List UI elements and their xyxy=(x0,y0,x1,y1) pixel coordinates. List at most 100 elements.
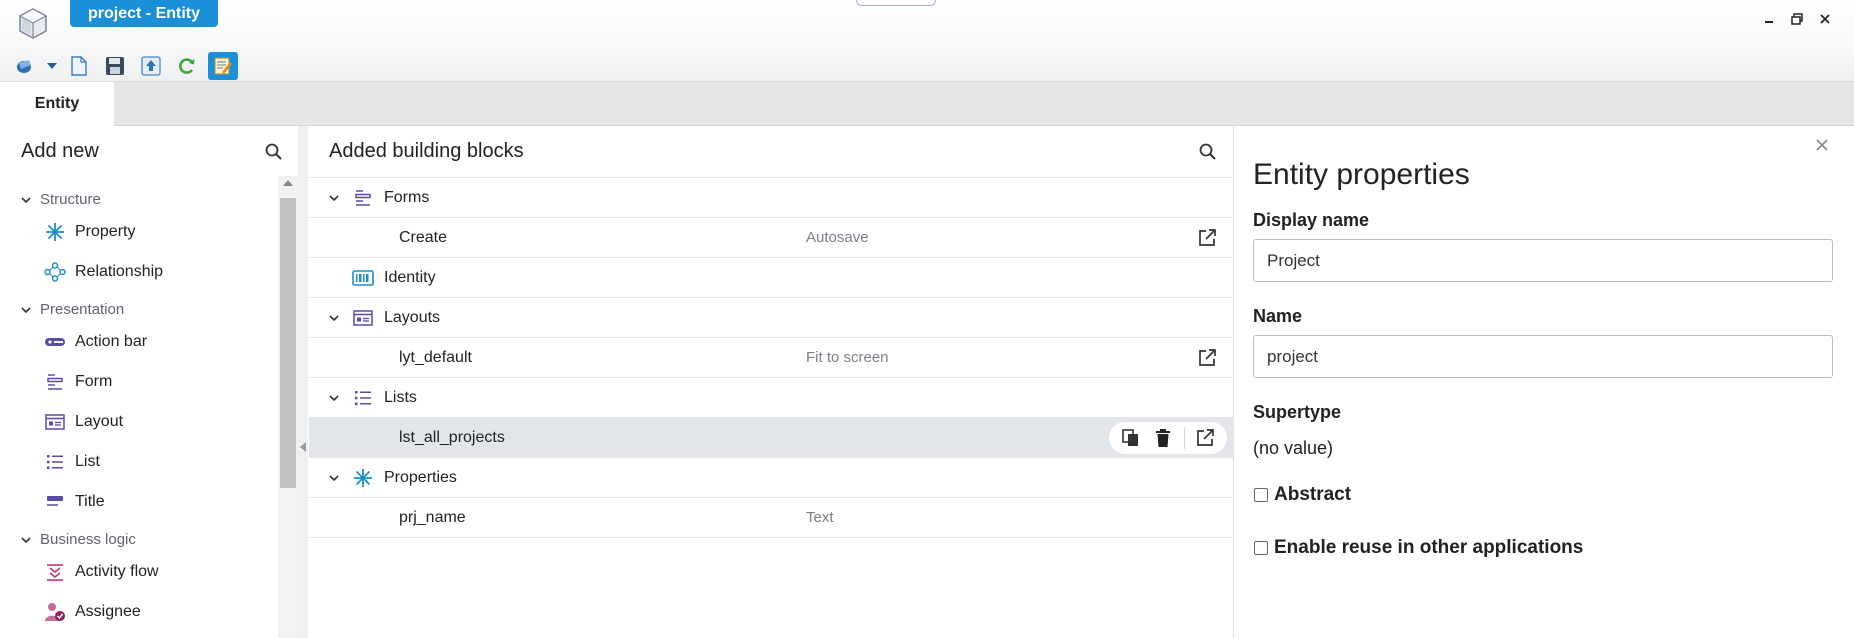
group-label: Properties xyxy=(384,469,457,486)
delete-icon[interactable] xyxy=(1151,426,1175,450)
app-menu-icon[interactable] xyxy=(10,52,40,80)
window-chrome: project - Entity xyxy=(0,0,1854,82)
group-row-forms[interactable]: Forms xyxy=(309,178,1234,218)
activity-flow-icon xyxy=(44,562,66,582)
block-name: lyt_default xyxy=(399,349,472,366)
property-icon xyxy=(44,222,66,242)
category-structure[interactable]: Structure xyxy=(0,188,278,212)
panel-splitter[interactable] xyxy=(298,126,308,638)
left-panel-scrollbar[interactable] xyxy=(278,176,298,638)
abstract-checkbox[interactable] xyxy=(1254,488,1268,502)
add-new-panel: Add new Structure Property Relationship … xyxy=(0,126,308,638)
supertype-label: Supertype xyxy=(1253,402,1342,422)
block-row-lst-all-projects[interactable]: lst_all_projects xyxy=(309,418,1234,458)
group-row-lists[interactable]: Lists xyxy=(309,378,1234,418)
catalog-item-action-bar[interactable]: Action bar xyxy=(0,322,278,362)
save-icon[interactable] xyxy=(100,52,130,80)
toolbar xyxy=(10,52,238,80)
restore-icon[interactable] xyxy=(1788,10,1806,28)
catalog-item-list[interactable]: List xyxy=(0,442,278,482)
chevron-down-icon[interactable] xyxy=(328,472,340,484)
app-logo-icon[interactable] xyxy=(16,6,50,40)
open-external-icon[interactable] xyxy=(1193,426,1217,450)
reuse-label: Enable reuse in other applications xyxy=(1274,537,1584,558)
chevron-down-icon xyxy=(21,307,31,314)
catalog-item-label: Property xyxy=(75,223,136,240)
catalog-item-label: Assignee xyxy=(75,603,141,620)
block-row-prj-name[interactable]: prj_name Text xyxy=(309,498,1234,538)
name-label: Name xyxy=(1253,306,1303,326)
search-icon[interactable] xyxy=(264,142,284,162)
name-input[interactable] xyxy=(1253,335,1833,378)
abstract-label: Abstract xyxy=(1274,484,1352,505)
catalog-item-assignee[interactable]: Assignee xyxy=(0,592,278,632)
group-label: Lists xyxy=(384,389,417,406)
app-menu-dropdown-icon[interactable] xyxy=(46,63,58,69)
layout-icon xyxy=(352,307,374,329)
block-row-lyt-default[interactable]: lyt_default Fit to screen xyxy=(309,338,1234,378)
chevron-down-icon[interactable] xyxy=(328,192,340,204)
catalog-item-relationship[interactable]: Relationship xyxy=(0,252,278,292)
block-name: Create xyxy=(399,229,448,246)
block-name: prj_name xyxy=(399,509,466,526)
property-icon xyxy=(352,467,374,489)
catalog-item-label: Activity flow xyxy=(75,563,159,580)
chevron-down-icon[interactable] xyxy=(328,312,340,324)
search-icon[interactable] xyxy=(1198,142,1218,162)
block-name: lst_all_projects xyxy=(399,429,505,446)
form-icon xyxy=(44,372,66,392)
top-drag-handle[interactable] xyxy=(856,0,936,6)
chevron-down-icon xyxy=(21,537,31,544)
close-icon[interactable] xyxy=(1816,10,1834,28)
reuse-option: Enable reuse in other applications xyxy=(1254,537,1583,559)
group-row-identity[interactable]: Identity xyxy=(309,258,1234,298)
list-icon xyxy=(44,452,66,472)
chevron-down-icon xyxy=(21,197,31,204)
minimize-icon[interactable] xyxy=(1760,10,1778,28)
collapse-left-arrow-icon[interactable] xyxy=(300,442,306,452)
group-row-properties[interactable]: Properties xyxy=(309,458,1234,498)
reuse-checkbox[interactable] xyxy=(1254,541,1268,555)
group-row-layouts[interactable]: Layouts xyxy=(309,298,1234,338)
scroll-up-arrow-icon[interactable] xyxy=(283,180,293,186)
publish-icon[interactable] xyxy=(136,52,166,80)
close-icon[interactable] xyxy=(1815,138,1829,152)
block-detail: Fit to screen xyxy=(806,349,889,366)
copy-icon[interactable] xyxy=(1119,426,1143,450)
display-name-input[interactable] xyxy=(1253,239,1833,282)
group-label: Identity xyxy=(384,269,436,286)
row-action-bar xyxy=(1109,422,1227,454)
category-business-logic[interactable]: Business logic xyxy=(0,528,278,552)
catalog-item-title[interactable]: Title xyxy=(0,482,278,522)
edit-notes-icon[interactable] xyxy=(208,52,238,80)
category-presentation[interactable]: Presentation xyxy=(0,298,278,322)
tab-bar: Entity xyxy=(0,82,1854,126)
open-external-icon[interactable] xyxy=(1197,348,1217,368)
category-label: Structure xyxy=(40,191,101,208)
catalog-item-label: Action bar xyxy=(75,333,148,350)
display-name-label: Display name xyxy=(1253,210,1370,230)
scrollbar-thumb[interactable] xyxy=(280,198,296,488)
catalog-item-layout[interactable]: Layout xyxy=(0,402,278,442)
category-label: Business logic xyxy=(40,531,136,548)
assignee-icon xyxy=(44,602,66,622)
supertype-value[interactable]: (no value) xyxy=(1253,438,1333,459)
layout-icon xyxy=(44,412,66,432)
refresh-icon[interactable] xyxy=(172,52,202,80)
added-building-blocks-panel: Added building blocks Forms Create Autos… xyxy=(309,126,1234,638)
properties-title: Entity properties xyxy=(1253,158,1470,191)
catalog-item-label: List xyxy=(75,453,100,470)
new-document-icon[interactable] xyxy=(64,52,94,80)
catalog-item-form[interactable]: Form xyxy=(0,362,278,402)
catalog-item-label: Title xyxy=(75,493,105,510)
open-external-icon[interactable] xyxy=(1197,228,1217,248)
block-row-create[interactable]: Create Autosave xyxy=(309,218,1234,258)
catalog-item-label: Form xyxy=(75,373,113,390)
relationship-icon xyxy=(44,262,66,282)
tab-entity[interactable]: Entity xyxy=(0,82,114,126)
catalog-item-activity-flow[interactable]: Activity flow xyxy=(0,552,278,592)
add-new-header: Add new xyxy=(21,140,99,162)
chevron-down-icon[interactable] xyxy=(328,392,340,404)
entity-properties-panel: Entity properties Display name Name Supe… xyxy=(1235,126,1854,638)
catalog-item-property[interactable]: Property xyxy=(0,212,278,252)
